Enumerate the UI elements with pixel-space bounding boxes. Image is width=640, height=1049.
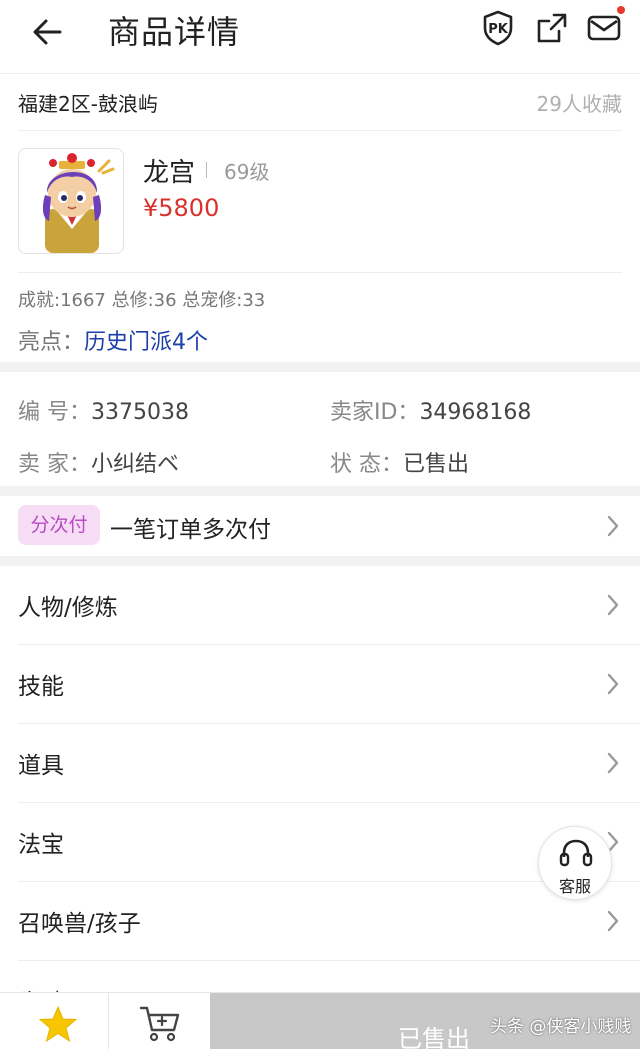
detail-menu: 人物/修炼 技能 道具 法宝 召唤兽/孩子 坐骑	[0, 566, 640, 992]
menu-item-items[interactable]: 道具	[0, 724, 640, 803]
seller-id-label: 卖家ID：	[330, 400, 420, 425]
character-portrait-icon	[42, 153, 115, 253]
customer-service-button[interactable]: 客服	[538, 826, 612, 900]
seller-id-row: 卖家ID：34968168	[330, 394, 531, 426]
status-row: 状 态：已售出	[330, 446, 469, 478]
seller-value: 小纠结ベ	[91, 452, 180, 477]
share-icon[interactable]	[532, 8, 572, 48]
cart-icon[interactable]	[138, 1003, 182, 1043]
product-card: 福建2区-鼓浪屿 29人收藏 龙宫 69级 ¥5800 成就:1667 总修:3…	[0, 74, 640, 362]
menu-item-skills[interactable]: 技能	[0, 645, 640, 724]
price: ¥5800	[143, 194, 220, 222]
sold-out-label: 已售出	[398, 1025, 470, 1049]
watermark: 头条 @侠客小贱贱	[490, 1017, 632, 1037]
divider	[18, 130, 622, 131]
server-name: 福建2区-鼓浪屿	[18, 92, 158, 116]
menu-item-character[interactable]: 人物/修炼	[0, 566, 640, 645]
pk-icon[interactable]: PK	[478, 8, 518, 48]
menu-item-label: 召唤兽/孩子	[18, 911, 141, 937]
status-label: 状 态：	[330, 452, 403, 477]
chevron-right-icon	[607, 673, 619, 695]
divider	[18, 272, 622, 273]
order-info: 编 号：3375038 卖家ID：34968168 卖 家：小纠结ベ 状 态：已…	[0, 372, 640, 486]
customer-service-label: 客服	[558, 877, 591, 896]
item-id-row: 编 号：3375038	[18, 394, 189, 426]
menu-item-label: 道具	[18, 753, 64, 779]
character-stats: 成就:1667 总修:36 总宠修:33	[18, 290, 266, 311]
star-icon[interactable]	[38, 1005, 78, 1043]
item-id-label: 编 号：	[18, 400, 91, 425]
divider	[108, 993, 109, 1049]
menu-item-label: 技能	[18, 674, 64, 700]
chevron-right-icon	[607, 752, 619, 774]
favorite-count: 29人收藏	[536, 92, 622, 116]
notification-dot	[617, 6, 625, 14]
page-title: 商品详情	[108, 13, 241, 51]
back-arrow-icon[interactable]	[28, 10, 72, 54]
seller-id-value: 34968168	[419, 400, 532, 425]
menu-item-label: 坐骑	[18, 983, 64, 992]
menu-item-label: 人物/修炼	[18, 595, 118, 621]
character-avatar[interactable]	[18, 148, 124, 254]
highlight-row: 亮点：历史门派4个	[18, 324, 208, 356]
installment-text: 一笔订单多次付	[110, 517, 271, 543]
item-id-value: 3375038	[91, 400, 189, 425]
chevron-right-icon	[607, 594, 619, 616]
installment-row[interactable]: 分次付 一笔订单多次付	[0, 496, 640, 556]
seller-label: 卖 家：	[18, 452, 91, 477]
divider	[206, 162, 207, 178]
highlight-label: 亮点：	[18, 330, 85, 355]
highlight-value[interactable]: 历史门派4个	[84, 330, 208, 355]
top-bar: 商品详情 PK	[0, 0, 640, 74]
status-value: 已售出	[403, 452, 470, 477]
character-class: 龙宫	[143, 158, 196, 188]
mail-icon[interactable]	[584, 8, 624, 48]
character-level: 69级	[224, 160, 270, 184]
menu-item-mounts[interactable]: 坐骑	[0, 961, 640, 992]
chevron-right-icon	[607, 910, 619, 932]
headset-icon	[559, 839, 593, 867]
svg-text:PK: PK	[488, 22, 509, 37]
installment-tag: 分次付	[18, 505, 100, 545]
seller-row: 卖 家：小纠结ベ	[18, 446, 179, 478]
menu-item-label: 法宝	[18, 832, 64, 858]
chevron-right-icon	[607, 515, 619, 537]
